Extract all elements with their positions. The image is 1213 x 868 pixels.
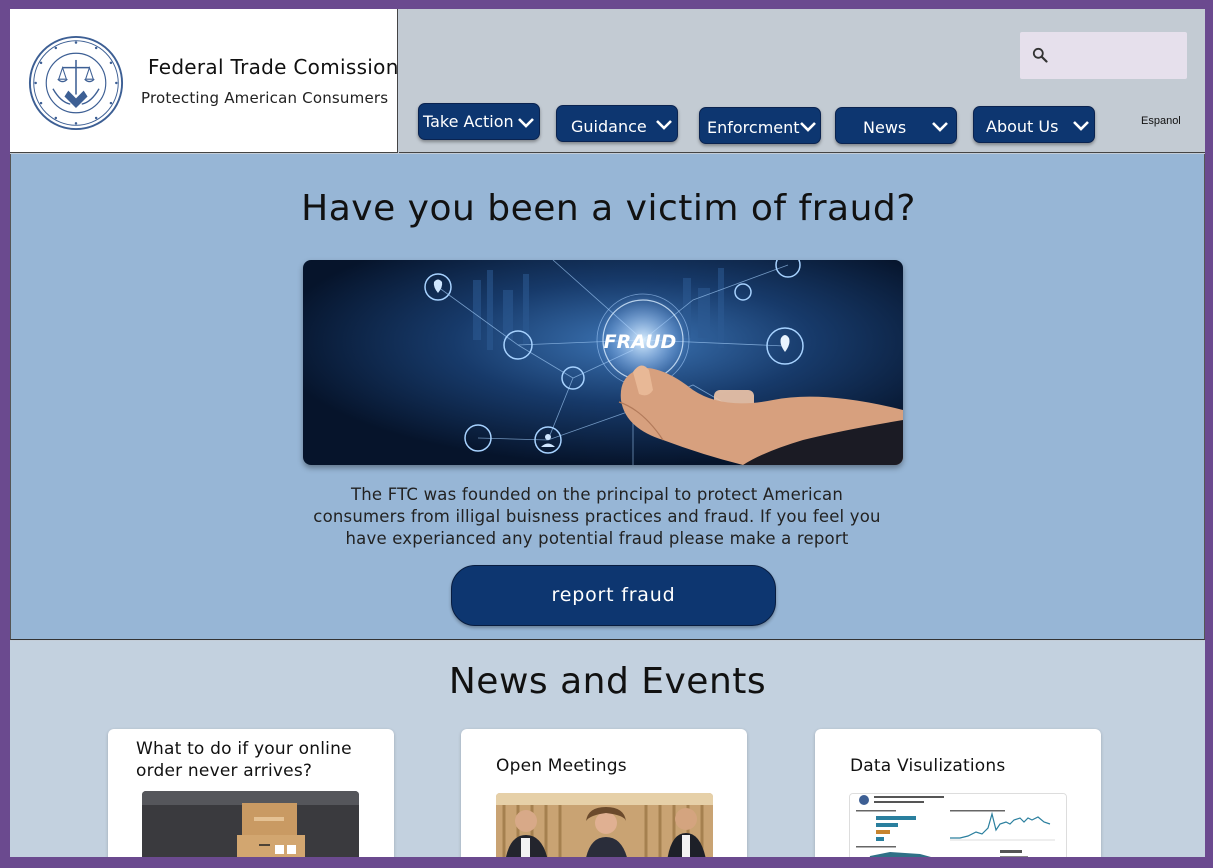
nav-news-button[interactable]: News (835, 107, 957, 144)
chevron-down-icon (800, 122, 816, 132)
fraud-hero-image: FRAUD (303, 260, 903, 465)
search-icon[interactable] (1032, 47, 1048, 63)
chevron-down-icon (656, 120, 672, 130)
language-link-espanol[interactable]: Espanol (1141, 115, 1181, 127)
hero-section: Have you been a victim of fraud? FRAUD T… (10, 154, 1205, 640)
news-card-open-meetings[interactable]: Open Meetings (461, 729, 747, 857)
nav-guidance-label: Guidance (571, 117, 647, 136)
nav-news-label: News (863, 118, 907, 137)
open-meetings-image (496, 793, 713, 857)
chevron-down-icon (932, 122, 948, 132)
nav-guidance-button[interactable]: Guidance (556, 105, 678, 142)
hero-title: Have you been a victim of fraud? (301, 188, 916, 229)
news-card-data-visualizations[interactable]: Data Visulizations (815, 729, 1101, 857)
organization-tagline: Protecting American Consumers (141, 89, 389, 107)
nav-about-us-label: About Us (986, 117, 1059, 136)
news-card-online-order[interactable]: What to do if your online order never ar… (108, 729, 394, 857)
data-visualization-image (849, 793, 1067, 857)
nav-take-action-label: Take Action (423, 112, 514, 131)
hero-description: The FTC was founded on the principal to … (313, 485, 881, 548)
news-card-title: Data Visulizations (850, 756, 1006, 776)
header-brand: Federal Trade Comission Protecting Ameri… (10, 9, 398, 153)
fraud-illustration: FRAUD (303, 260, 903, 465)
nav-enforcement-label: Enforcment (707, 118, 800, 137)
chevron-down-icon (1073, 121, 1089, 131)
page: Federal Trade Comission Protecting Ameri… (10, 9, 1205, 857)
search-input[interactable] (1056, 40, 1178, 71)
search-box[interactable] (1020, 32, 1187, 79)
organization-name: Federal Trade Comission (148, 55, 399, 79)
nav-take-action-button[interactable]: Take Action (418, 103, 540, 140)
chevron-down-icon (518, 118, 534, 128)
news-card-title: Open Meetings (496, 756, 627, 776)
package-delivery-image (142, 791, 359, 857)
news-card-title: What to do if your online order never ar… (136, 739, 352, 781)
nav-enforcement-button[interactable]: Enforcment (699, 107, 821, 144)
report-fraud-button[interactable]: report fraud (451, 565, 776, 626)
fraud-image-label: FRAUD (604, 331, 677, 353)
news-section-title: News and Events (448, 661, 767, 702)
nav-about-us-button[interactable]: About Us (973, 106, 1095, 143)
news-events-section: News and Events What to do if your onlin… (10, 641, 1205, 857)
ftc-seal-logo (28, 35, 124, 131)
top-navigation-bar: Take Action Guidance Enforcment News Abo… (399, 9, 1205, 153)
